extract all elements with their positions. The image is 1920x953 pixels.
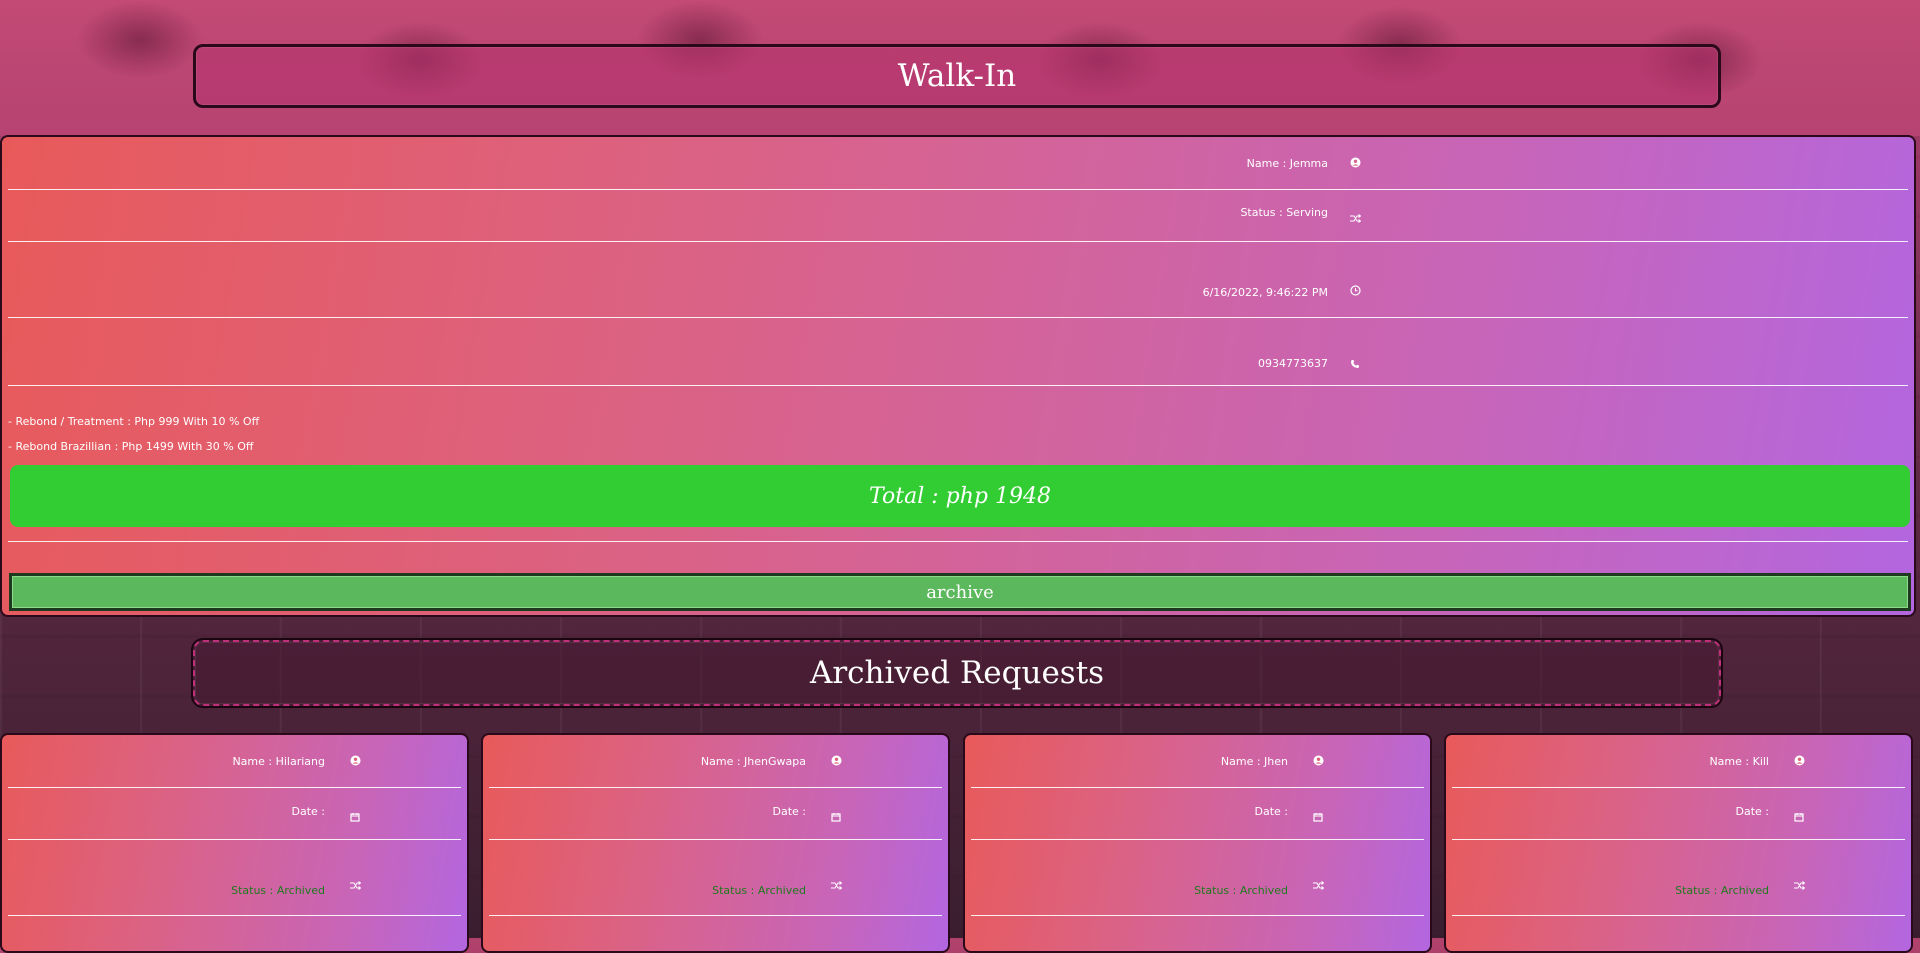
status-row: Status : Archived [489,839,942,916]
request-date: Date : [1254,805,1289,818]
divider [8,541,1908,542]
archived-title: Archived Requests [809,655,1105,691]
archived-status: Status : Archived [712,884,806,897]
calendar-icon [350,812,361,823]
user-circle-icon [831,755,842,766]
name-row: Name : Kill [1452,741,1905,788]
customer-name: Name : Jemma [1246,157,1328,170]
request-date: Date : [1735,805,1770,818]
name-row: Name : Jemma [8,143,1908,190]
walkin-header: Walk-In [193,44,1721,108]
shuffle-icon [1313,881,1324,892]
archived-status: Status : Archived [231,884,325,897]
customer-phone: 0934773637 [1258,357,1328,370]
date-row: Date : [971,787,1424,840]
archived-request-card: Name : JhenGwapa Date : Status : Archive… [481,733,950,953]
calendar-icon [1313,812,1324,823]
user-circle-icon [1794,755,1805,766]
status-row: Status : Archived [8,839,461,916]
service-item: - Rebond Brazillian : Php 1499 With 30 %… [8,440,254,453]
archived-header: Archived Requests [191,638,1723,708]
customer-name: Name : Kill [1709,755,1769,768]
archived-request-card: Name : Hilariang Date : Status : Archive… [0,733,469,953]
service-item: - Rebond / Treatment : Php 999 With 10 %… [8,415,260,428]
request-date: Date : [772,805,807,818]
customer-status: Status : Serving [1240,206,1328,219]
archived-status: Status : Archived [1675,884,1769,897]
walkin-request-card: Name : Jemma Status : Serving 6/16/2022,… [0,135,1916,617]
user-circle-icon [1313,755,1324,766]
user-circle-icon [350,755,361,766]
name-row: Name : Jhen [971,741,1424,788]
archived-status: Status : Archived [1194,884,1288,897]
shuffle-icon [1350,214,1361,225]
status-row: Status : Archived [971,839,1424,916]
date-row: Date : [1452,787,1905,840]
shuffle-icon [350,881,361,892]
datetime-row: 6/16/2022, 9:46:22 PM [8,241,1908,318]
date-row: Date : [489,787,942,840]
shuffle-icon [1794,881,1805,892]
customer-name: Name : JhenGwapa [700,755,806,768]
phone-row: 0934773637 [8,317,1908,386]
status-row: Status : Serving [8,189,1908,242]
calendar-icon [1794,812,1805,823]
name-row: Name : JhenGwapa [489,741,942,788]
date-row: Date : [8,787,461,840]
customer-name: Name : Hilariang [232,755,325,768]
customer-name: Name : Jhen [1220,755,1288,768]
calendar-icon [831,812,842,823]
archive-button[interactable]: archive [9,573,1911,611]
archived-request-card: Name : Kill Date : Status : Archived [1444,733,1913,953]
status-row: Status : Archived [1452,839,1905,916]
archived-request-card: Name : Jhen Date : Status : Archived [963,733,1432,953]
request-date: Date : [291,805,326,818]
phone-icon [1350,359,1361,370]
walkin-title: Walk-In [897,58,1017,94]
clock-icon [1350,285,1361,296]
shuffle-icon [831,881,842,892]
request-datetime: 6/16/2022, 9:46:22 PM [1202,286,1328,299]
total-price-bar: Total : php 1948 [10,465,1910,527]
name-row: Name : Hilariang [8,741,461,788]
user-circle-icon [1350,157,1361,168]
